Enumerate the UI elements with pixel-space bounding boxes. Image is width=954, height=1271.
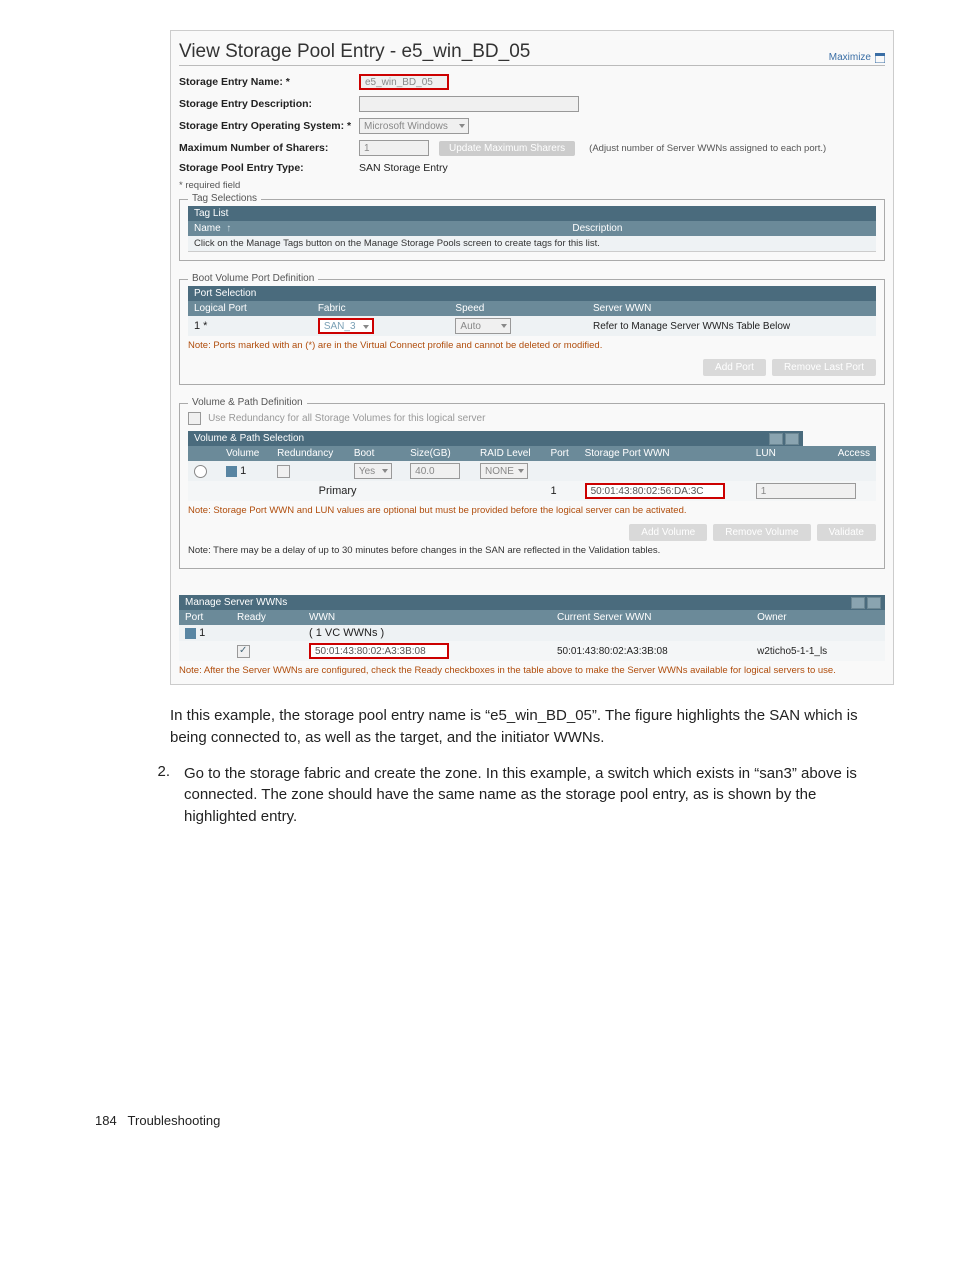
mswwn-row-vc: ( 1 VC WWNs ): [303, 625, 551, 641]
vol-redundancy-checkbox[interactable]: [277, 465, 290, 478]
boot-fabric-select[interactable]: SAN_3: [318, 318, 374, 334]
collapse-icon[interactable]: [185, 628, 196, 639]
mswwn-ready-checkbox[interactable]: [237, 645, 250, 658]
add-port-button[interactable]: Add Port: [703, 359, 766, 376]
col-size: Size(GB): [404, 446, 474, 461]
validate-button[interactable]: Validate: [817, 524, 876, 541]
vol-raid-select[interactable]: NONE: [480, 463, 528, 479]
vol-expand-controls[interactable]: [769, 433, 799, 445]
vol-row-num: 1: [240, 465, 246, 477]
col-redundancy: Redundancy: [271, 446, 348, 461]
tag-list-header: Tag List: [188, 206, 876, 221]
entry-desc-label: Storage Entry Description:: [179, 98, 359, 110]
maximize-label: Maximize: [829, 52, 871, 63]
os-label: Storage Entry Operating System: *: [179, 120, 359, 132]
page-footer: 184 Troubleshooting: [95, 1113, 220, 1128]
footer-section: Troubleshooting: [128, 1113, 221, 1128]
mswwn-col-ready: Ready: [231, 610, 303, 625]
sharers-input[interactable]: 1: [359, 140, 429, 156]
collapse-icon[interactable]: [226, 466, 237, 477]
maximize-icon: [875, 53, 885, 63]
vol-row-radio[interactable]: [194, 465, 207, 478]
required-note: * required field: [179, 180, 885, 191]
mswwn-owner: w2ticho5-1-1_ls: [751, 641, 885, 661]
vol-note1: Note: Storage Port WWN and LUN values ar…: [188, 505, 876, 516]
vol-boot-select[interactable]: Yes: [354, 463, 392, 479]
add-volume-button[interactable]: Add Volume: [629, 524, 707, 541]
vol-legend: Volume & Path Definition: [188, 397, 307, 408]
type-label: Storage Pool Entry Type:: [179, 162, 359, 174]
entry-desc-input[interactable]: [359, 96, 579, 112]
col-server-wwn: Server WWN: [587, 301, 876, 316]
redundancy-checkbox[interactable]: [188, 412, 201, 425]
path-lun-input[interactable]: 1: [756, 483, 856, 499]
sharers-hint: (Adjust number of Server WWNs assigned t…: [589, 143, 826, 154]
mswwn-col-port: Port: [179, 610, 231, 625]
tag-selections-fieldset: Tag Selections Tag List Name ↑ Descripti…: [179, 199, 885, 261]
manage-wwn-table: Manage Server WWNs Port Ready WWN Curren…: [179, 595, 885, 661]
mswwn-expand-controls[interactable]: [851, 597, 881, 609]
col-port: Port: [544, 446, 578, 461]
page-title: View Storage Pool Entry - e5_win_BD_05: [179, 41, 530, 63]
boot-row-port: 1 *: [188, 316, 312, 336]
screenshot-panel: View Storage Pool Entry - e5_win_BD_05 M…: [170, 30, 894, 685]
mswwn-current: 50:01:43:80:02:A3:3B:08: [551, 641, 751, 661]
tag-empty-row: Click on the Manage Tags button on the M…: [188, 236, 876, 252]
boot-wwn-text: Refer to Manage Server WWNs Table Below: [587, 316, 876, 336]
col-logical-port: Logical Port: [188, 301, 312, 316]
step-number: 2.: [132, 763, 184, 828]
vol-note2: Note: There may be a delay of up to 30 m…: [188, 545, 876, 556]
boot-port-fieldset: Boot Volume Port Definition Port Selecti…: [179, 279, 885, 385]
col-volume: Volume: [220, 446, 271, 461]
redundancy-label: Use Redundancy for all Storage Volumes f…: [208, 413, 485, 424]
entry-name-label: Storage Entry Name: *: [179, 76, 359, 88]
mswwn-col-current: Current Server WWN: [551, 610, 751, 625]
port-selection-header: Port Selection: [188, 286, 876, 301]
mswwn-note: Note: After the Server WWNs are configur…: [179, 665, 885, 676]
tag-col-name[interactable]: Name ↑: [188, 221, 566, 236]
update-sharers-button[interactable]: Update Maximum Sharers: [439, 141, 575, 156]
vol-header: Volume & Path Selection: [194, 433, 304, 444]
mswwn-col-owner: Owner: [751, 610, 885, 625]
entry-name-input[interactable]: e5_win_BD_05: [359, 74, 449, 90]
col-boot: Boot: [348, 446, 404, 461]
remove-volume-button[interactable]: Remove Volume: [713, 524, 810, 541]
figure-description: In this example, the storage pool entry …: [170, 705, 859, 749]
step-text: Go to the storage fabric and create the …: [184, 763, 859, 828]
mswwn-header: Manage Server WWNs: [185, 597, 287, 608]
page-number: 184: [95, 1113, 117, 1128]
mswwn-col-wwn: WWN: [303, 610, 551, 625]
path-port: 1: [544, 481, 578, 501]
col-speed: Speed: [449, 301, 587, 316]
maximize-link[interactable]: Maximize: [829, 52, 885, 63]
boot-note: Note: Ports marked with an (*) are in th…: [188, 340, 876, 351]
mswwn-wwn-input[interactable]: 50:01:43:80:02:A3:3B:08: [309, 643, 449, 659]
col-lun: LUN: [750, 446, 803, 461]
tag-col-desc[interactable]: Description: [566, 221, 876, 236]
mswwn-row-port: 1: [199, 627, 205, 639]
col-fabric: Fabric: [312, 301, 450, 316]
type-value: SAN Storage Entry: [359, 162, 448, 174]
col-raid: RAID Level: [474, 446, 544, 461]
path-label: Primary: [271, 481, 404, 501]
boot-speed-select[interactable]: Auto: [455, 318, 511, 334]
tag-legend: Tag Selections: [188, 193, 261, 204]
boot-legend: Boot Volume Port Definition: [188, 273, 318, 284]
sharers-label: Maximum Number of Sharers:: [179, 142, 359, 154]
vol-size-input[interactable]: 40.0: [410, 463, 460, 479]
remove-last-port-button[interactable]: Remove Last Port: [772, 359, 876, 376]
path-wwn-input[interactable]: 50:01:43:80:02:56:DA:3C: [585, 483, 725, 499]
col-access: Access: [803, 446, 876, 461]
os-select[interactable]: Microsoft Windows: [359, 118, 469, 134]
col-spwwn: Storage Port WWN: [579, 446, 750, 461]
volume-path-fieldset: Volume & Path Definition Use Redundancy …: [179, 403, 885, 569]
